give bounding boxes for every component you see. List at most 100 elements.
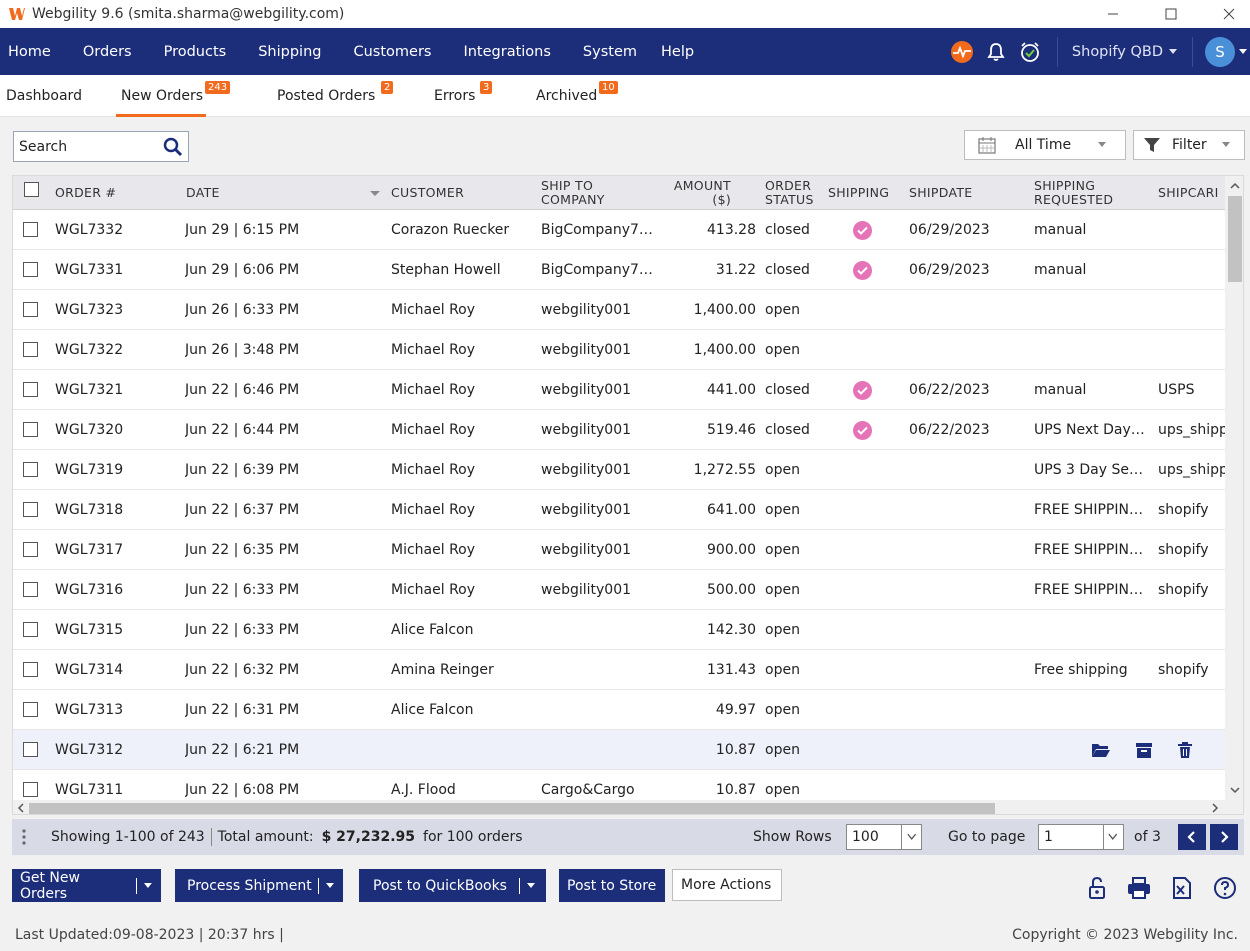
help-icon[interactable] <box>1212 875 1238 901</box>
scheduler-button[interactable] <box>1013 35 1047 69</box>
filter-dropdown[interactable]: Filter <box>1133 130 1245 160</box>
table-row[interactable]: WGL7312 Jun 22 | 6:21 PM 10.87 open <box>13 730 1225 770</box>
cell-order[interactable]: WGL7320 <box>55 410 180 450</box>
trash-icon[interactable] <box>1177 741 1193 759</box>
menu-products[interactable]: Products <box>148 28 243 75</box>
table-row[interactable]: WGL7322 Jun 26 | 3:48 PM Michael Roy webgil… <box>13 330 1225 370</box>
row-checkbox[interactable] <box>23 662 38 677</box>
cell-order[interactable]: WGL7313 <box>55 690 180 730</box>
caret-down-icon[interactable] <box>526 882 536 890</box>
table-row[interactable]: WGL7317 Jun 22 | 6:35 PM Michael Roy webgil… <box>13 530 1225 570</box>
get-new-orders-button[interactable]: Get New Orders <box>12 869 161 902</box>
notifications-button[interactable] <box>979 35 1013 69</box>
menu-orders[interactable]: Orders <box>67 28 148 75</box>
archive-icon[interactable] <box>1135 741 1153 759</box>
more-actions-button[interactable]: More Actions <box>672 869 782 901</box>
menu-shipping[interactable]: Shipping <box>242 28 337 75</box>
cell-order[interactable]: WGL7312 <box>55 730 180 770</box>
grip-icon[interactable] <box>12 819 36 855</box>
scroll-up-icon[interactable] <box>1225 178 1244 194</box>
horizontal-scroll-thumb[interactable] <box>29 803 995 814</box>
table-row[interactable]: WGL7318 Jun 22 | 6:37 PM Michael Roy webgil… <box>13 490 1225 530</box>
col-order[interactable]: ORDER # <box>55 176 116 210</box>
sort-desc-icon[interactable] <box>369 190 381 198</box>
caret-down-icon[interactable] <box>325 882 335 890</box>
table-row[interactable]: WGL7314 Jun 22 | 6:32 PM Amina Reinger 131.… <box>13 650 1225 690</box>
process-shipment-button[interactable]: Process Shipment <box>175 869 343 902</box>
table-row[interactable]: WGL7319 Jun 22 | 6:39 PM Michael Roy webgil… <box>13 450 1225 490</box>
scroll-left-icon[interactable] <box>13 800 29 815</box>
cell-order[interactable]: WGL7317 <box>55 530 180 570</box>
table-row[interactable]: WGL7316 Jun 22 | 6:33 PM Michael Roy webgil… <box>13 570 1225 610</box>
row-checkbox[interactable] <box>23 502 38 517</box>
user-avatar[interactable]: S <box>1205 36 1235 67</box>
cell-order[interactable]: WGL7319 <box>55 450 180 490</box>
table-row[interactable]: WGL7313 Jun 22 | 6:31 PM Alice Falcon 49.97… <box>13 690 1225 730</box>
row-checkbox[interactable] <box>23 222 38 237</box>
menu-home[interactable]: Home <box>0 28 67 75</box>
table-row[interactable]: WGL7332 Jun 29 | 6:15 PM Corazon Ruecker Bi… <box>13 210 1225 250</box>
goto-page-select[interactable]: 1 <box>1038 824 1124 850</box>
row-checkbox[interactable] <box>23 622 38 637</box>
col-shipping[interactable]: SHIPPING <box>828 176 889 210</box>
store-selector[interactable]: Shopify QBD <box>1056 36 1193 67</box>
minimize-button[interactable] <box>1090 0 1136 28</box>
unlock-icon[interactable] <box>1084 875 1110 901</box>
post-to-quickbooks-button[interactable]: Post to QuickBooks <box>359 869 546 902</box>
tab-dashboard[interactable]: Dashboard <box>6 75 82 117</box>
menu-help[interactable]: Help <box>653 28 710 75</box>
tab-new-orders[interactable]: New Orders 243 <box>116 75 231 117</box>
cell-order[interactable]: WGL7323 <box>55 290 180 330</box>
cell-order[interactable]: WGL7322 <box>55 330 180 370</box>
row-checkbox[interactable] <box>23 342 38 357</box>
row-checkbox[interactable] <box>23 542 38 557</box>
row-checkbox[interactable] <box>23 782 38 797</box>
row-checkbox[interactable] <box>23 582 38 597</box>
select-all-checkbox[interactable] <box>24 182 39 197</box>
show-rows-select[interactable]: 100 <box>846 824 922 850</box>
menu-customers[interactable]: Customers <box>337 28 447 75</box>
prev-page-button[interactable] <box>1178 824 1206 850</box>
row-checkbox[interactable] <box>23 462 38 477</box>
cell-order[interactable]: WGL7314 <box>55 650 180 690</box>
horizontal-scrollbar[interactable] <box>13 800 1243 815</box>
cell-order[interactable]: WGL7321 <box>55 370 180 410</box>
row-checkbox[interactable] <box>23 742 38 757</box>
table-row[interactable]: WGL7315 Jun 22 | 6:33 PM Alice Falcon 142.3… <box>13 610 1225 650</box>
row-checkbox[interactable] <box>23 422 38 437</box>
col-shipping-requested[interactable]: SHIPPING REQUESTED <box>1034 176 1113 210</box>
col-shipdate[interactable]: SHIPDATE <box>909 176 972 210</box>
print-icon[interactable] <box>1126 875 1152 901</box>
close-button[interactable] <box>1206 0 1250 28</box>
col-date[interactable]: DATE <box>186 176 220 210</box>
date-range-dropdown[interactable]: All Time <box>964 130 1126 160</box>
activity-button[interactable] <box>945 35 979 69</box>
tab-archived[interactable]: Archived 10 <box>536 75 618 117</box>
table-row[interactable]: WGL7323 Jun 26 | 6:33 PM Michael Roy webgil… <box>13 290 1225 330</box>
search-input[interactable] <box>14 132 154 161</box>
open-folder-icon[interactable] <box>1091 741 1111 759</box>
cell-order[interactable]: WGL7331 <box>55 250 180 290</box>
tab-posted-orders[interactable]: Posted Orders 2 <box>277 75 394 117</box>
row-checkbox[interactable] <box>23 382 38 397</box>
cell-order[interactable]: WGL7318 <box>55 490 180 530</box>
col-customer[interactable]: CUSTOMER <box>391 176 464 210</box>
table-row[interactable]: WGL7321 Jun 22 | 6:46 PM Michael Roy webgil… <box>13 370 1225 410</box>
maximize-button[interactable] <box>1148 0 1194 28</box>
menu-integrations[interactable]: Integrations <box>447 28 566 75</box>
search-icon[interactable] <box>162 136 184 158</box>
cell-order[interactable]: WGL7315 <box>55 610 180 650</box>
col-amount[interactable]: AMOUNT ($) <box>663 176 731 210</box>
col-ship-to-company[interactable]: SHIP TO COMPANY <box>541 176 605 210</box>
post-to-store-button[interactable]: Post to Store <box>559 869 665 902</box>
row-checkbox[interactable] <box>23 302 38 317</box>
row-checkbox[interactable] <box>23 702 38 717</box>
export-excel-icon[interactable] <box>1169 875 1195 901</box>
menu-system[interactable]: System <box>567 28 653 75</box>
cell-order[interactable]: WGL7332 <box>55 210 180 250</box>
next-page-button[interactable] <box>1210 824 1238 850</box>
row-checkbox[interactable] <box>23 262 38 277</box>
table-row[interactable]: WGL7320 Jun 22 | 6:44 PM Michael Roy webgil… <box>13 410 1225 450</box>
avatar-caret-icon[interactable] <box>1238 48 1248 56</box>
tab-errors[interactable]: Errors 3 <box>434 75 493 117</box>
